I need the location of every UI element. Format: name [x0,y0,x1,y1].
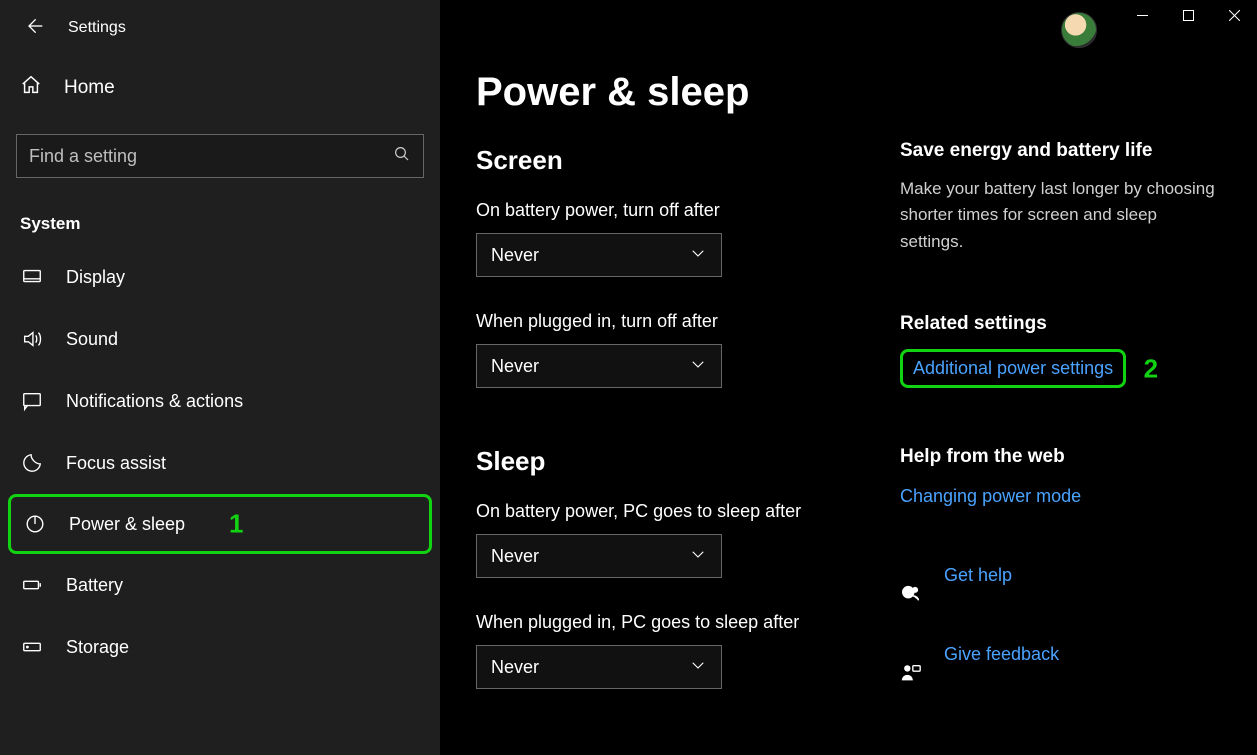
home-icon [20,74,42,102]
sidebar-item-label: Power & sleep [69,514,185,535]
maximize-button[interactable] [1165,0,1211,30]
energy-description: Make your battery last longer by choosin… [900,176,1217,255]
screen-battery-dropdown[interactable]: Never [476,233,722,277]
window-controls [1119,0,1257,30]
sidebar-item-label: Storage [66,637,129,658]
battery-icon [20,574,44,596]
sidebar-item-battery[interactable]: Battery [0,554,440,616]
chevron-down-icon [689,545,707,568]
related-title: Related settings [900,313,1217,335]
power-icon [23,513,47,535]
give-feedback-link[interactable]: Give feedback [944,644,1059,665]
sleep-plugged-label: When plugged in, PC goes to sleep after [476,612,870,633]
sidebar-item-label: Focus assist [66,453,166,474]
get-help-link[interactable]: Get help [944,565,1012,586]
sidebar-item-power-sleep[interactable]: Power & sleep 1 [8,494,432,554]
sidebar-item-label: Sound [66,329,118,350]
sleep-battery-dropdown[interactable]: Never [476,534,722,578]
annotation-number-2: 2 [1144,353,1158,384]
focus-assist-icon [20,452,44,474]
sidebar-item-label: Battery [66,575,123,596]
search-icon [393,145,411,167]
minimize-button[interactable] [1119,0,1165,30]
give-feedback-row[interactable]: Give feedback [900,644,1217,705]
section-title-screen: Screen [476,145,870,176]
search-box[interactable] [16,134,424,178]
sidebar-group-header: System [0,192,440,246]
sidebar-item-notifications[interactable]: Notifications & actions [0,370,440,432]
dropdown-value: Never [491,356,539,377]
storage-icon [20,636,44,658]
notifications-icon [20,390,44,412]
right-column: Save energy and battery life Make your b… [870,0,1257,755]
help-title: Help from the web [900,446,1217,468]
get-help-row[interactable]: Get help [900,565,1217,626]
main: Power & sleep Screen On battery power, t… [440,0,1257,755]
help-from-web-block: Help from the web Changing power mode Ge… [900,446,1217,705]
sidebar-item-sound[interactable]: Sound [0,308,440,370]
help-icon [900,583,922,609]
additional-power-settings-link[interactable]: Additional power settings [913,358,1113,379]
sidebar-item-display[interactable]: Display [0,246,440,308]
content: Power & sleep Screen On battery power, t… [440,0,870,755]
sidebar: Settings Home System Display Sound Notif… [0,0,440,755]
dropdown-value: Never [491,657,539,678]
chevron-down-icon [689,656,707,679]
sidebar-item-focus[interactable]: Focus assist [0,432,440,494]
feedback-icon [900,662,922,688]
back-button[interactable] [24,16,44,40]
chevron-down-icon [689,244,707,267]
page-title: Power & sleep [476,70,870,115]
screen-plugged-dropdown[interactable]: Never [476,344,722,388]
sleep-battery-label: On battery power, PC goes to sleep after [476,501,870,522]
energy-title: Save energy and battery life [900,140,1217,162]
screen-plugged-label: When plugged in, turn off after [476,311,870,332]
additional-power-settings-highlight: Additional power settings [900,349,1126,388]
sidebar-item-storage[interactable]: Storage [0,616,440,678]
dropdown-value: Never [491,546,539,567]
app-title: Settings [68,19,126,37]
section-title-sleep: Sleep [476,446,870,477]
display-icon [20,266,44,288]
sound-icon [20,328,44,350]
related-settings-block: Related settings Additional power settin… [900,313,1217,388]
screen-battery-label: On battery power, turn off after [476,200,870,221]
close-button[interactable] [1211,0,1257,30]
home-label: Home [64,77,115,99]
sleep-plugged-dropdown[interactable]: Never [476,645,722,689]
sidebar-item-label: Notifications & actions [66,391,243,412]
search-input[interactable] [29,146,393,167]
sidebar-item-home[interactable]: Home [0,60,440,116]
annotation-number-1: 1 [229,509,243,540]
changing-power-mode-link[interactable]: Changing power mode [900,486,1081,507]
chevron-down-icon [689,355,707,378]
dropdown-value: Never [491,245,539,266]
sidebar-item-label: Display [66,267,125,288]
titlebar: Settings [0,6,440,60]
